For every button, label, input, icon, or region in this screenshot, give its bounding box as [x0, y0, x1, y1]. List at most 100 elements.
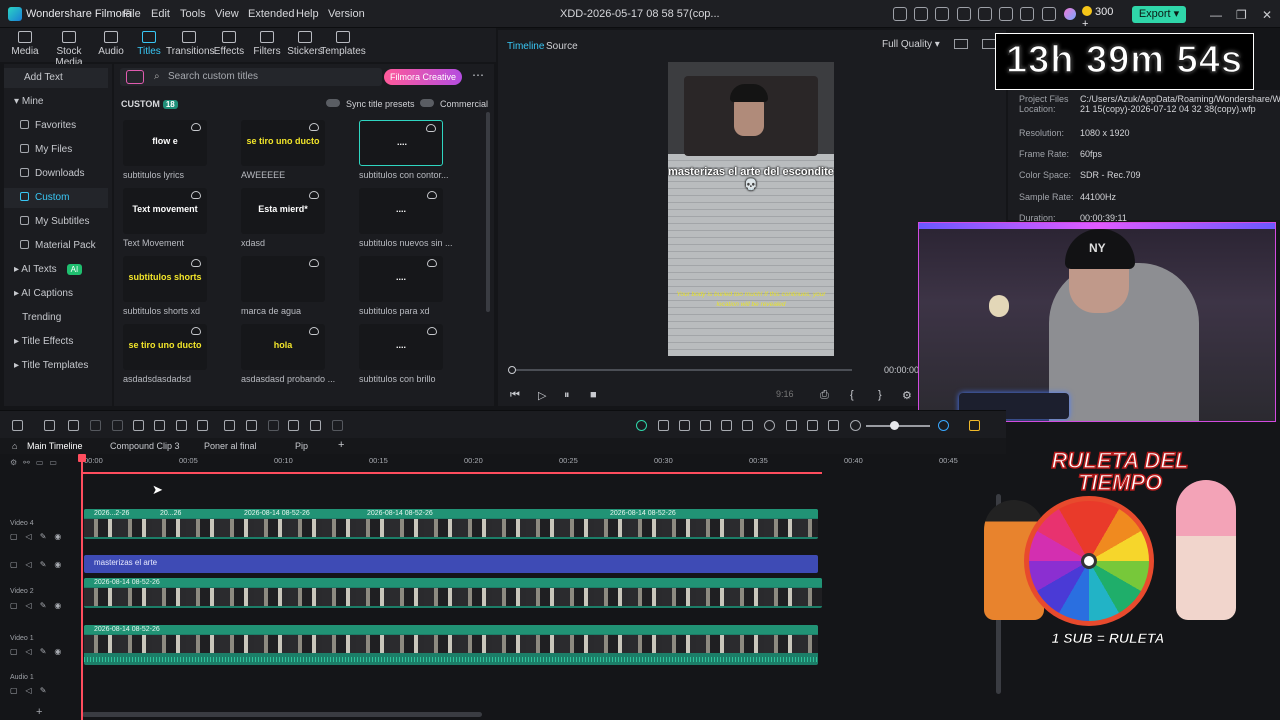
- titles-scrollbar[interactable]: [486, 112, 490, 312]
- tab-source-preview[interactable]: Source: [546, 41, 578, 52]
- filter-icon[interactable]: [126, 70, 144, 84]
- maximize-icon[interactable]: ❐: [1236, 8, 1247, 22]
- menu-version[interactable]: Version: [328, 8, 365, 20]
- title-preset-tile[interactable]: hola: [241, 324, 325, 370]
- cloud-download-icon[interactable]: [191, 191, 201, 199]
- sidebar-section-title-effects[interactable]: ▸ Title Effects: [4, 332, 108, 352]
- record-icon[interactable]: [721, 420, 732, 431]
- tab-main-timeline[interactable]: Main Timeline: [27, 441, 83, 451]
- layout-icon[interactable]: [12, 420, 23, 431]
- pause-icon[interactable]: ⏸: [564, 389, 570, 402]
- cloud-download-icon[interactable]: [191, 123, 201, 131]
- menu-view[interactable]: View: [215, 8, 239, 20]
- title-preset-tile[interactable]: ....: [359, 324, 443, 370]
- zoom-knob[interactable]: [890, 421, 899, 430]
- sidebar-item-my-subtitles[interactable]: My Subtitles: [4, 212, 108, 232]
- sync-switch[interactable]: [326, 99, 340, 107]
- search-input[interactable]: ⌕ Search custom titles: [120, 68, 382, 86]
- prev-frame-icon[interactable]: ⏮: [510, 389, 520, 402]
- mark-icon[interactable]: ⎙: [820, 389, 829, 402]
- avatar[interactable]: [1064, 8, 1076, 20]
- sidebar-item-favorites[interactable]: Favorites: [4, 116, 108, 136]
- color-icon[interactable]: [197, 420, 208, 431]
- ai-tool-icon[interactable]: [246, 420, 257, 431]
- monitor-icon[interactable]: [957, 7, 971, 21]
- video-preview[interactable]: masterizas el arte del escondite 💀 Your …: [668, 62, 834, 356]
- zoom-in-icon[interactable]: [938, 420, 949, 431]
- track-controls-video4[interactable]: ▢◁✎◉: [10, 532, 69, 541]
- freeze-icon[interactable]: [268, 420, 279, 431]
- time-ruler[interactable]: 00:00 00:05 00:10 00:15 00:20 00:25 00:30 00:35…: [82, 454, 1006, 470]
- more-options-icon[interactable]: ⋯: [472, 68, 484, 82]
- sidebar-section-trending[interactable]: Trending: [4, 308, 108, 328]
- track-controls-video1[interactable]: ▢◁✎◉: [10, 647, 69, 656]
- zoom-slider[interactable]: [866, 421, 930, 430]
- close-icon[interactable]: ✕: [1262, 8, 1272, 22]
- track-tools[interactable]: ⚙⚯▭▭: [10, 458, 72, 470]
- title-preset-tile[interactable]: [241, 256, 325, 302]
- snap-icon[interactable]: [658, 420, 669, 431]
- playhead[interactable]: [78, 454, 86, 720]
- video4-track-clips[interactable]: 2026...2-26 20...26 2026-08-14 08-52-26 …: [84, 509, 818, 539]
- cloud-download-icon[interactable]: [427, 259, 437, 267]
- title-preset-tile[interactable]: ....: [359, 188, 443, 234]
- filmora-creative-button[interactable]: Filmora Creative: [384, 69, 462, 85]
- menu-edit[interactable]: Edit: [151, 8, 170, 20]
- title-preset-tile[interactable]: subtitulos shorts: [123, 256, 207, 302]
- credits-counter[interactable]: 300 +: [1082, 6, 1122, 30]
- cloud-download-icon[interactable]: [427, 327, 437, 335]
- export-button[interactable]: Export ▾: [1132, 6, 1186, 23]
- cloud-download-icon[interactable]: [309, 259, 319, 267]
- render-icon[interactable]: [636, 420, 647, 431]
- aspect-ratio[interactable]: 9:16: [776, 389, 794, 399]
- mark-out-icon[interactable]: }: [878, 389, 882, 401]
- commercial-switch[interactable]: [420, 99, 434, 107]
- add-tab-icon[interactable]: +: [338, 439, 344, 451]
- zoom-out-icon[interactable]: [850, 420, 861, 431]
- subtitle-icon[interactable]: [807, 420, 818, 431]
- menu-tools[interactable]: Tools: [180, 8, 206, 20]
- cloud-download-icon[interactable]: [426, 124, 436, 132]
- tab-pip[interactable]: Pip: [295, 441, 308, 451]
- play-icon[interactable]: ▷: [538, 389, 546, 402]
- sidebar-item-custom[interactable]: Custom: [4, 188, 108, 208]
- speed-icon[interactable]: [224, 420, 235, 431]
- title-preset-tile[interactable]: Esta mierd*: [241, 188, 325, 234]
- delete-icon[interactable]: [112, 420, 123, 431]
- title-preset-tile[interactable]: flow e: [123, 120, 207, 166]
- sidebar-section-ai-texts[interactable]: ▸ AI Texts AI: [4, 260, 108, 280]
- add-track-icon[interactable]: +: [36, 706, 42, 718]
- cloud-download-icon[interactable]: [309, 327, 319, 335]
- video1-track-clip[interactable]: 2026-08-14 08-52-26: [84, 625, 818, 665]
- title-preset-tile[interactable]: Text movement: [123, 188, 207, 234]
- timeline-area[interactable]: 00:00 00:05 00:10 00:15 00:20 00:25 00:30 00:35…: [0, 454, 1006, 720]
- sidebar-section-title-templates[interactable]: ▸ Title Templates: [4, 356, 108, 376]
- microphone-icon[interactable]: [764, 420, 775, 431]
- sidebar-item-material-pack[interactable]: Material Pack: [4, 236, 108, 256]
- cloud-download-icon[interactable]: [309, 191, 319, 199]
- download-icon[interactable]: [1020, 7, 1034, 21]
- video2-track-clip[interactable]: 2026-08-14 08-52-26: [84, 578, 822, 608]
- commercial-toggle[interactable]: Commercial: [420, 99, 488, 109]
- cloud-download-icon[interactable]: [191, 259, 201, 267]
- redo-icon[interactable]: [90, 420, 101, 431]
- mixer-icon[interactable]: [786, 420, 797, 431]
- sidebar-mine[interactable]: ▾ Mine: [4, 92, 108, 112]
- sidebar-item-downloads[interactable]: Downloads: [4, 164, 108, 184]
- undo-icon[interactable]: [68, 420, 79, 431]
- save-icon[interactable]: [978, 7, 992, 21]
- title-preset-tile[interactable]: ....: [359, 120, 443, 166]
- grid-view-icon[interactable]: [969, 420, 980, 431]
- stop-icon[interactable]: ■: [590, 389, 597, 401]
- quality-dropdown[interactable]: Full Quality ▾: [882, 39, 940, 50]
- menu-file[interactable]: File: [123, 8, 141, 20]
- tab-poner-al-final[interactable]: Poner al final: [204, 441, 257, 451]
- settings-icon[interactable]: ⚙: [902, 389, 912, 402]
- shield-icon[interactable]: [742, 420, 753, 431]
- cloud-download-icon[interactable]: [427, 191, 437, 199]
- tab-templates[interactable]: Templates: [320, 31, 366, 57]
- support-icon[interactable]: [935, 7, 949, 21]
- timeline-horizontal-scrollbar[interactable]: [82, 712, 482, 717]
- sidebar-section-ai-captions[interactable]: ▸ AI Captions: [4, 284, 108, 304]
- marker-icon[interactable]: [679, 420, 690, 431]
